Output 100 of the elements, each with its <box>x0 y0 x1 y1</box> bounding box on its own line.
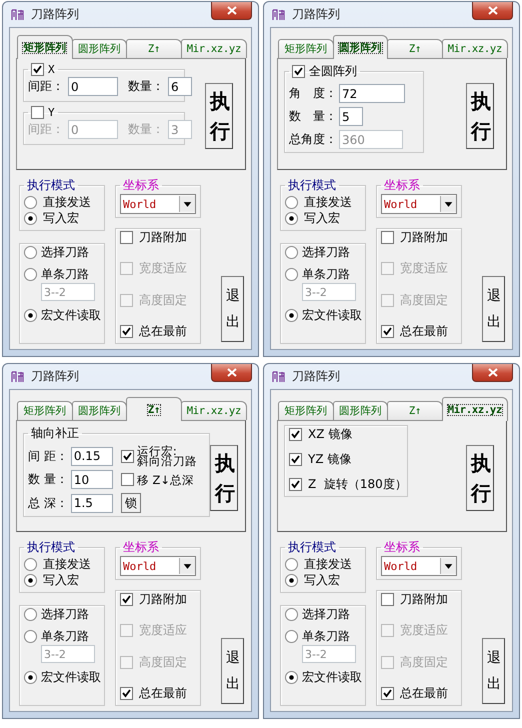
radio-button[interactable] <box>285 268 298 280</box>
checkbox-label[interactable]: YZ 镜像 <box>308 451 352 468</box>
tab[interactable]: Mir.xz.yz <box>442 39 508 58</box>
tab[interactable]: Mir.xz.yz <box>180 39 248 58</box>
radio-label[interactable]: 写入宏 <box>43 572 79 588</box>
radio-label[interactable]: 宏文件读取 <box>41 306 101 324</box>
input-field[interactable]: 10 <box>70 470 113 489</box>
exit-button[interactable]: 退出 <box>221 638 244 704</box>
checkbox-label[interactable]: 刀路附加 <box>400 229 448 246</box>
checkbox-label[interactable]: 刀路附加 <box>139 591 187 608</box>
close-icon[interactable] <box>226 6 236 15</box>
radio-label[interactable]: 直接发送 <box>304 556 352 572</box>
checkbox-label[interactable]: 运行宏: 斜向沿刀路 <box>136 446 197 466</box>
exit-button[interactable]: 退出 <box>482 638 505 704</box>
radio-label[interactable]: 选择刀路 <box>41 606 89 622</box>
radio-label[interactable]: 写入宏 <box>43 210 79 226</box>
radio-label[interactable]: 写入宏 <box>304 210 340 226</box>
radio-label[interactable]: 直接发送 <box>304 194 352 210</box>
radio-button[interactable] <box>24 212 37 224</box>
input-field[interactable]: 1.5 <box>70 494 113 512</box>
tab[interactable]: 矩形阵列 <box>278 39 334 58</box>
checkbox-label[interactable]: 总在最前 <box>139 322 187 340</box>
tab[interactable]: Z↑ <box>387 401 443 420</box>
radio-button[interactable] <box>24 574 37 586</box>
tab[interactable]: Mir.xz.yz <box>442 397 508 421</box>
tab[interactable]: Mir.xz.yz <box>180 401 248 420</box>
radio-button[interactable] <box>24 630 37 642</box>
execute-button[interactable]: 执行 <box>466 445 494 511</box>
checkbox[interactable] <box>31 63 44 76</box>
lock-button[interactable]: 锁 <box>120 493 141 513</box>
radio-label[interactable]: 宏文件读取 <box>41 668 101 686</box>
checkbox-label[interactable]: Z 旋转（180度） <box>308 476 407 493</box>
radio-button[interactable] <box>285 212 298 224</box>
checkbox-label[interactable]: Y <box>48 106 55 119</box>
radio-button[interactable] <box>285 670 298 684</box>
checkbox[interactable] <box>292 65 305 78</box>
radio-button[interactable] <box>24 670 37 684</box>
coordinate-dropdown[interactable]: World <box>120 556 196 576</box>
radio-label[interactable]: 宏文件读取 <box>302 306 362 324</box>
checkbox-label[interactable]: 刀路附加 <box>400 591 448 608</box>
checkbox-label[interactable]: X <box>48 63 55 76</box>
tab[interactable]: 矩形阵列 <box>278 401 334 420</box>
tab[interactable]: Z↑ <box>126 397 182 421</box>
radio-button[interactable] <box>285 630 298 642</box>
tab[interactable]: 圆形阵列 <box>332 35 388 59</box>
radio-button[interactable] <box>285 246 298 258</box>
radio-button[interactable] <box>285 308 298 322</box>
execute-button[interactable]: 执行 <box>466 83 494 149</box>
checkbox[interactable] <box>289 428 302 441</box>
radio-button[interactable] <box>24 268 37 280</box>
close-button[interactable] <box>211 2 252 20</box>
radio-label[interactable]: 选择刀路 <box>41 244 89 260</box>
input-field[interactable]: 0.15 <box>70 446 113 466</box>
tab[interactable]: 矩形阵列 <box>17 35 73 59</box>
checkbox[interactable] <box>381 231 394 244</box>
close-button[interactable] <box>472 2 513 20</box>
tab[interactable]: 圆形阵列 <box>72 401 128 420</box>
radio-label[interactable]: 单条刀路 <box>302 628 350 644</box>
checkbox-label[interactable]: 总在最前 <box>400 684 448 702</box>
input-field[interactable]: 5 <box>339 107 363 126</box>
close-button[interactable] <box>472 364 513 382</box>
input-field[interactable]: 0 <box>68 77 118 96</box>
coordinate-dropdown[interactable]: World <box>381 556 457 576</box>
input-field[interactable]: 72 <box>339 84 405 103</box>
checkbox[interactable] <box>120 231 133 244</box>
tab[interactable]: 圆形阵列 <box>332 401 388 420</box>
radio-button[interactable] <box>24 308 37 322</box>
radio-button[interactable] <box>24 558 37 570</box>
close-icon[interactable] <box>488 6 498 15</box>
radio-label[interactable]: 直接发送 <box>43 194 91 210</box>
radio-button[interactable] <box>285 608 298 620</box>
tab[interactable]: Z↑ <box>126 39 182 58</box>
radio-button[interactable] <box>24 246 37 258</box>
close-button[interactable] <box>211 364 252 382</box>
checkbox-label[interactable]: 移 Z↓总深 <box>136 474 194 484</box>
checkbox[interactable] <box>381 324 394 338</box>
radio-label[interactable]: 单条刀路 <box>302 266 350 282</box>
radio-label[interactable]: 选择刀路 <box>302 244 350 260</box>
checkbox[interactable] <box>120 686 133 700</box>
checkbox[interactable] <box>289 453 302 466</box>
close-icon[interactable] <box>488 368 498 377</box>
radio-button[interactable] <box>285 196 298 208</box>
input-field[interactable]: 6 <box>168 77 192 96</box>
radio-label[interactable]: 写入宏 <box>304 572 340 588</box>
exit-button[interactable]: 退出 <box>482 276 505 342</box>
radio-label[interactable]: 单条刀路 <box>41 266 89 282</box>
radio-button[interactable] <box>285 558 298 570</box>
radio-label[interactable]: 选择刀路 <box>302 606 350 622</box>
tab[interactable]: Z↑ <box>387 39 443 58</box>
tab[interactable]: 圆形阵列 <box>72 39 128 58</box>
radio-label[interactable]: 单条刀路 <box>41 628 89 644</box>
radio-button[interactable] <box>285 574 298 586</box>
checkbox[interactable] <box>289 478 302 491</box>
radio-button[interactable] <box>24 196 37 208</box>
checkbox[interactable] <box>120 324 133 338</box>
checkbox[interactable] <box>381 593 394 606</box>
coordinate-dropdown[interactable]: World <box>381 194 457 214</box>
checkbox[interactable] <box>381 686 394 700</box>
radio-label[interactable]: 直接发送 <box>43 556 91 572</box>
execute-button[interactable]: 执行 <box>210 445 238 511</box>
